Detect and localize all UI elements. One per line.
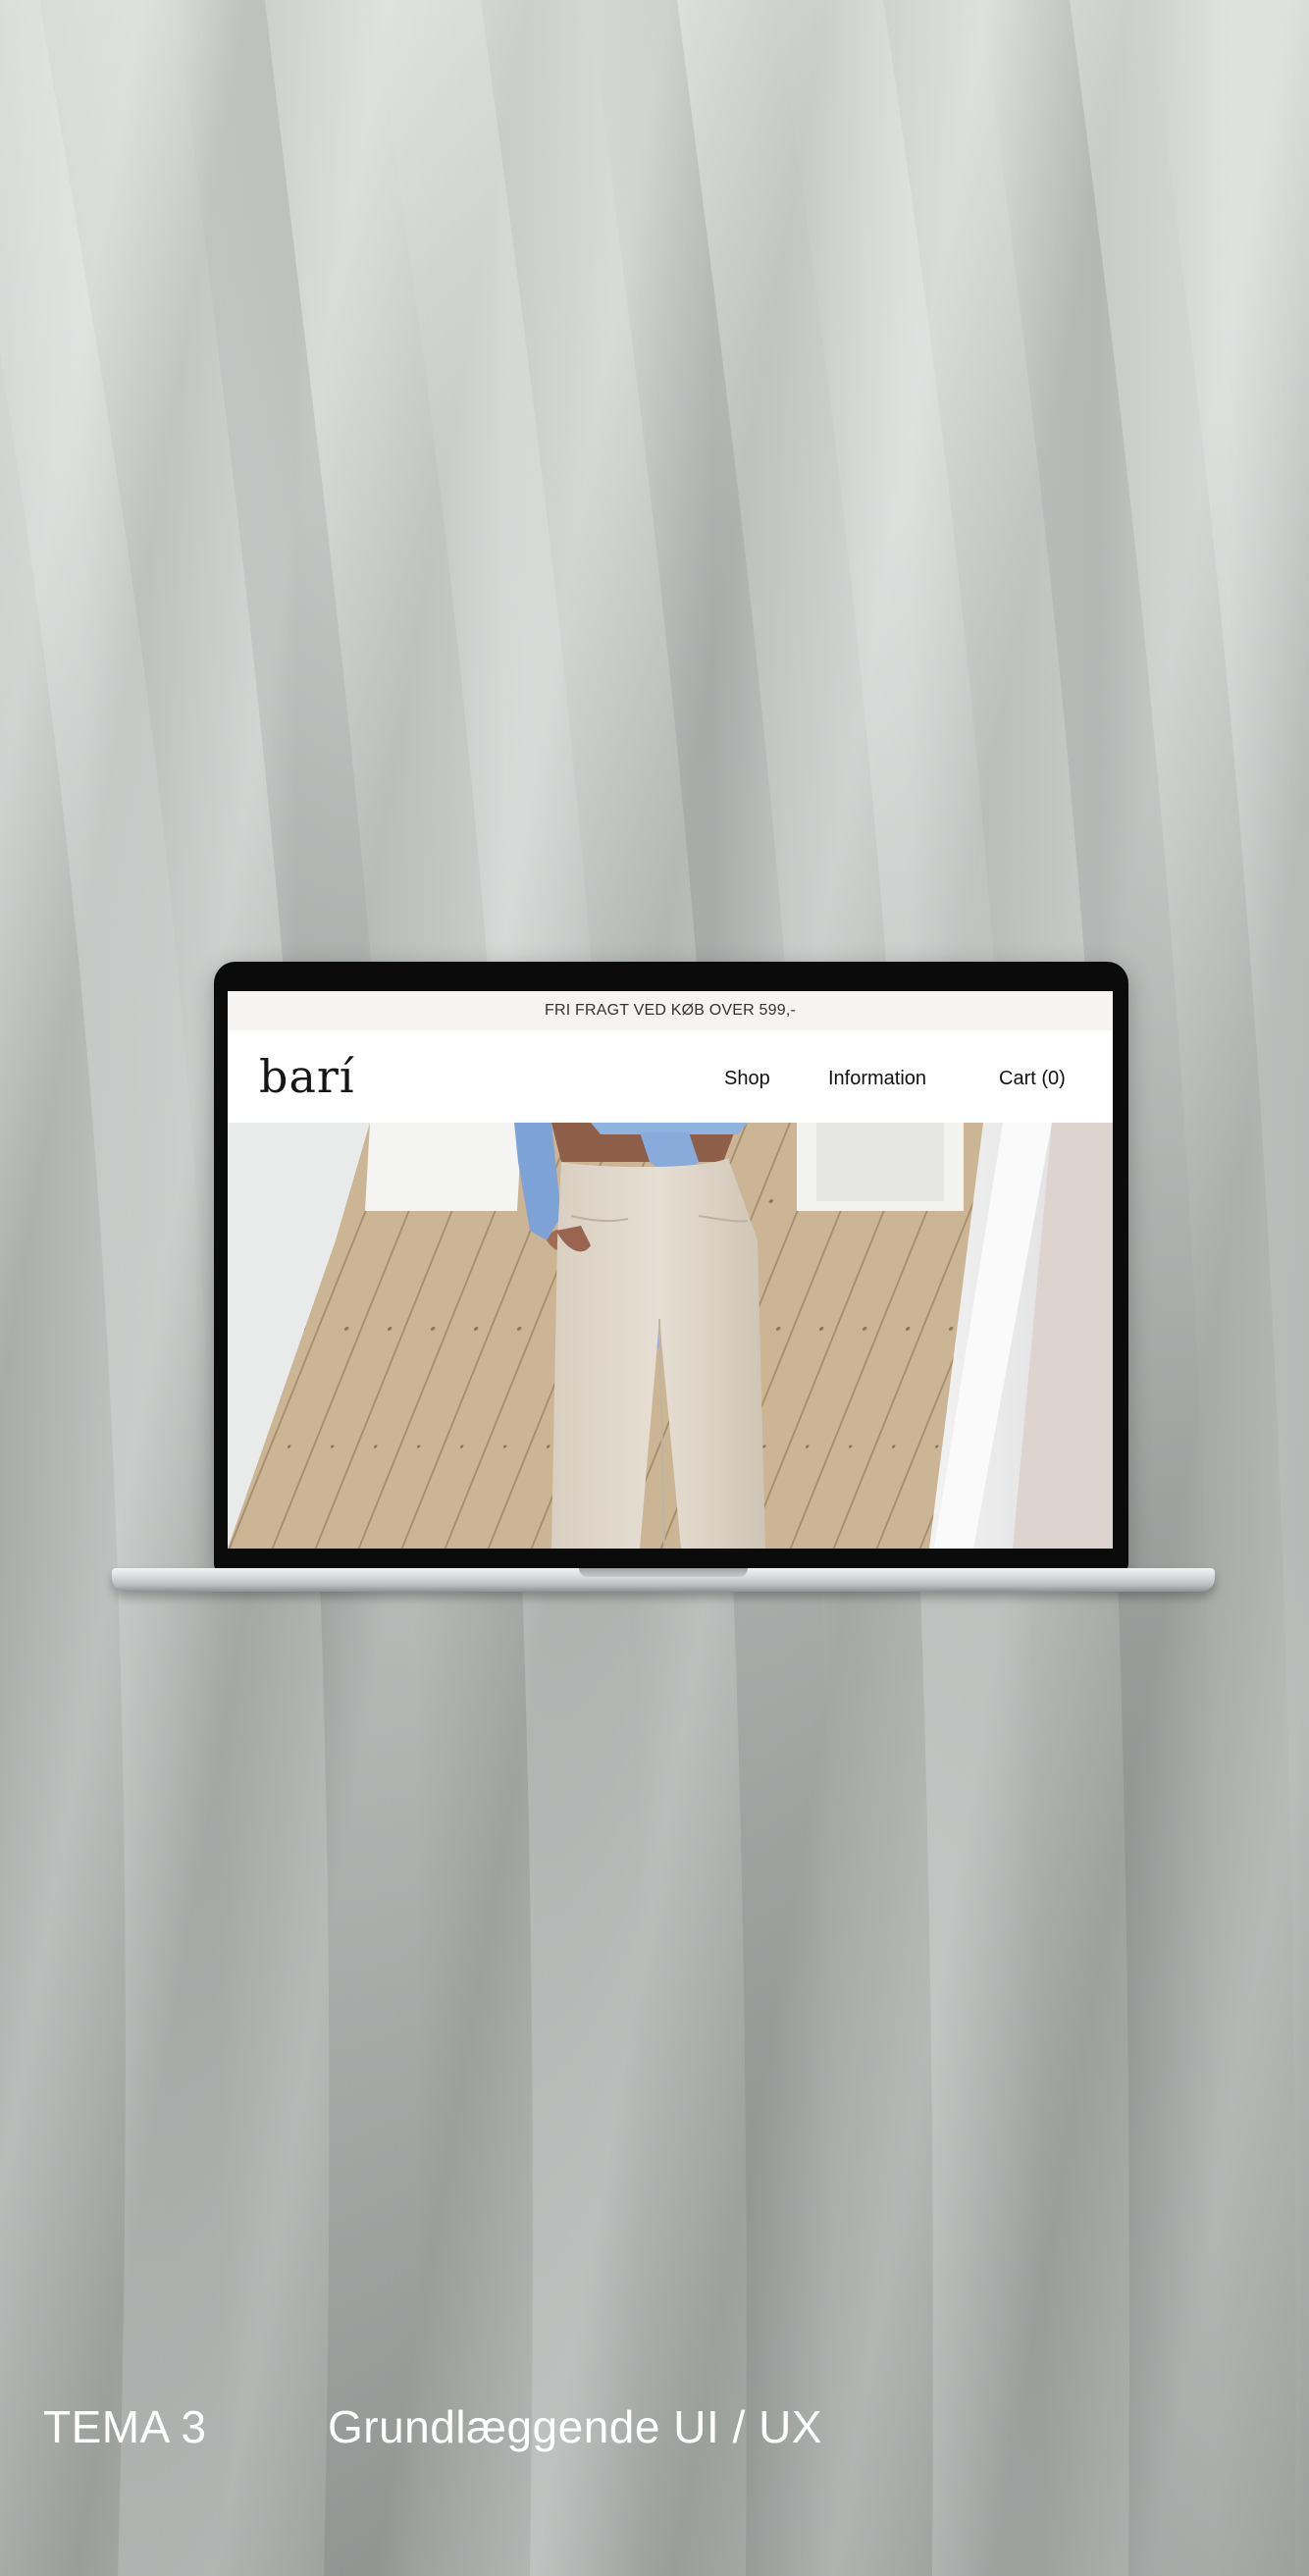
- caption-subject: Grundlæggende UI / UX: [328, 2401, 822, 2452]
- laptop-notch: [579, 1568, 748, 1577]
- announcement-bar: FRI FRAGT VED KØB OVER 599,-: [228, 991, 1113, 1030]
- laptop-mockup: FRI FRAGT VED KØB OVER 599,- barí Shop I…: [214, 962, 1128, 1570]
- nav-cart-link[interactable]: Cart (0): [999, 1068, 1066, 1090]
- announcement-text: FRI FRAGT VED KØB OVER 599,-: [544, 1002, 797, 1019]
- nav-shop-link[interactable]: Shop: [724, 1068, 770, 1090]
- laptop-screen: FRI FRAGT VED KØB OVER 599,- barí Shop I…: [228, 991, 1113, 1549]
- nav-information-link[interactable]: Information: [828, 1068, 926, 1090]
- hero-photo: [228, 1123, 1113, 1549]
- site-logo[interactable]: barí: [259, 1050, 355, 1103]
- site-header: barí Shop Information Cart (0): [228, 1030, 1113, 1124]
- caption-theme: TEMA 3: [43, 2401, 207, 2452]
- laptop-base: [112, 1568, 1215, 1592]
